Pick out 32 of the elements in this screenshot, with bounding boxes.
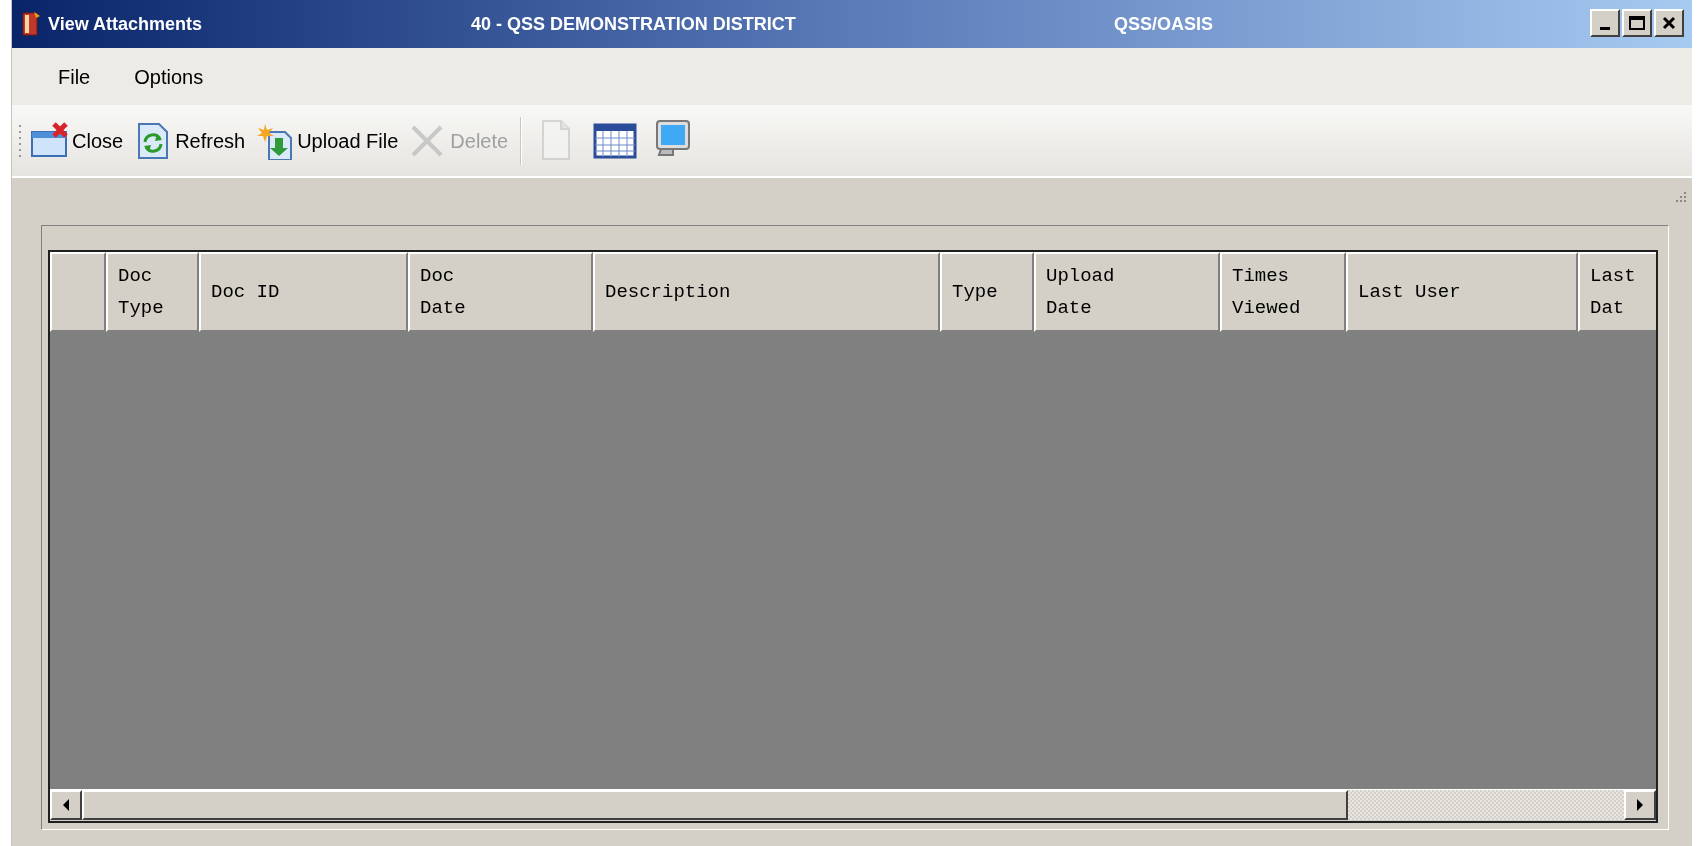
close-icon	[1662, 16, 1676, 30]
book-icon	[20, 10, 42, 38]
column-header[interactable]: Last User	[1346, 252, 1578, 332]
scrollbar-thumb[interactable]	[82, 790, 1348, 820]
column-header[interactable]: Type	[940, 252, 1034, 332]
column-header[interactable]: Doc Date	[408, 252, 593, 332]
resize-grip-icon	[1674, 190, 1688, 204]
right-arrow-icon	[1636, 799, 1644, 811]
column-header[interactable]: Doc ID	[199, 252, 408, 332]
column-header[interactable]: Last Dat	[1578, 252, 1656, 332]
column-header[interactable]: Upload Date	[1034, 252, 1220, 332]
close-window-button[interactable]	[1654, 9, 1684, 37]
minimize-button[interactable]	[1590, 9, 1620, 37]
column-header[interactable]: Description	[593, 252, 940, 332]
column-header[interactable]: Times Viewed	[1220, 252, 1346, 332]
column-header[interactable]: Doc Type	[106, 252, 199, 332]
grip-icon	[18, 122, 22, 159]
menu-item[interactable]: Options	[112, 56, 226, 97]
menu-item[interactable]: File	[36, 56, 113, 97]
scroll-right-button[interactable]	[1624, 790, 1656, 820]
maximize-button[interactable]	[1622, 9, 1652, 37]
toolbar-button[interactable]: Refresh	[133, 116, 246, 165]
system-name: QSS/OASIS	[1114, 12, 1214, 36]
window-title: View Attachments	[48, 12, 203, 36]
toolbar-button[interactable]: Upload File	[255, 116, 399, 165]
toolbar-button[interactable]: Close	[30, 116, 124, 165]
district-name: 40 - QSS DEMONSTRATION DISTRICT	[471, 12, 796, 36]
maximize-icon	[1629, 16, 1645, 30]
left-arrow-icon	[62, 799, 70, 811]
window-close-icon	[30, 121, 68, 160]
scroll-left-button[interactable]	[50, 790, 82, 820]
minimize-icon	[1600, 27, 1610, 30]
